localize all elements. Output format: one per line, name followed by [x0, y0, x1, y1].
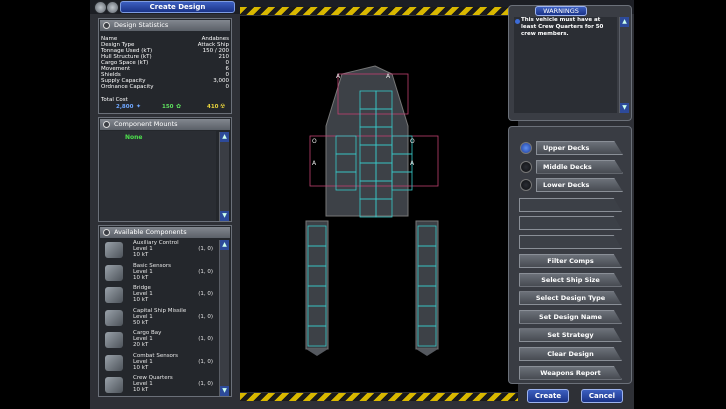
- component-size: 10 kT: [133, 364, 149, 371]
- component-count: (1, 0): [198, 246, 213, 252]
- component-list-item[interactable]: Combat Sensors Level 1 10 kT (1, 0): [105, 353, 217, 375]
- component-icon: [105, 242, 123, 258]
- warnings-header: WARNINGS: [535, 6, 587, 16]
- component-text: Cargo Bay Level 1 20 kT: [133, 330, 161, 348]
- cost-radioactives: 410: [207, 104, 219, 110]
- mount-none[interactable]: None: [125, 134, 142, 141]
- stat-label: Ordnance Capacity: [101, 84, 154, 90]
- deck-button-upper-decks[interactable]: Upper Decks: [536, 141, 623, 155]
- cost-organics: 150: [162, 104, 174, 110]
- hazard-stripe-bottom: [240, 393, 518, 401]
- info-icon: [103, 22, 110, 29]
- svg-text:A: A: [312, 160, 317, 167]
- deck-radio-0[interactable]: [520, 142, 532, 154]
- warning-bullet-icon: [515, 19, 520, 24]
- deck-button-lower-decks[interactable]: Lower Decks: [536, 178, 623, 192]
- component-size: 20 kT: [133, 342, 149, 348]
- scroll-down-arrow-icon[interactable]: ▼: [220, 386, 229, 396]
- component-icon: [105, 264, 123, 281]
- component-text: Bridge Level 1 10 kT: [133, 285, 153, 303]
- svg-text:O: O: [410, 138, 415, 145]
- scroll-down-arrow-icon[interactable]: ▼: [620, 103, 629, 113]
- component-icon: [105, 309, 123, 326]
- component-list: Auxiliary Control Level 1 10 kT (1, 0) Basic…: [99, 240, 217, 396]
- stat-value: 0: [225, 84, 230, 90]
- scroll-down-arrow-icon[interactable]: ▼: [220, 211, 229, 221]
- mount-icon: [103, 121, 110, 128]
- warnings-list: This vehicle must have at least Crew Qua…: [514, 17, 617, 113]
- component-size: 10 kT: [133, 252, 149, 258]
- component-mounts-header: Component Mounts: [100, 119, 230, 130]
- clear-design-button[interactable]: Clear Design: [519, 347, 622, 361]
- component-list-item[interactable]: Bridge Level 1 10 kT (1, 0): [105, 285, 217, 307]
- component-text: Auxiliary Control Level 1 10 kT: [133, 240, 179, 258]
- component-list-item[interactable]: Capital Ship Missile Level 1 50 kT (1, 0): [105, 308, 217, 330]
- select-ship-size-button[interactable]: Select Ship Size: [519, 272, 622, 287]
- mounts-scrollbar[interactable]: ▲ ▼: [219, 132, 229, 221]
- weapons-report-button[interactable]: Weapons Report: [519, 365, 622, 380]
- component-mounts-panel: Component Mounts None ▲ ▼: [98, 117, 232, 222]
- help-button[interactable]: [106, 1, 119, 14]
- component-count: (1, 0): [198, 313, 213, 320]
- box-icon: [103, 229, 110, 236]
- ship-design-view[interactable]: AA OO AA: [240, 16, 518, 392]
- component-mounts-list[interactable]: None: [100, 131, 216, 221]
- available-components-panel: Available Components Auxiliary Control Le…: [98, 225, 232, 397]
- window-title: Create Design: [120, 1, 235, 13]
- cancel-button[interactable]: Cancel: [581, 389, 623, 403]
- empty-slot-3: [519, 235, 622, 249]
- total-cost-label: Total Cost: [101, 97, 128, 103]
- available-components-header: Available Components: [100, 227, 230, 238]
- component-count: (1, 0): [198, 358, 213, 365]
- component-count: (1, 0): [198, 291, 213, 297]
- component-list-item[interactable]: Basic Sensors Level 1 10 kT (1, 0): [105, 263, 217, 285]
- component-icon: [105, 377, 123, 393]
- component-size: 50 kT: [133, 319, 149, 326]
- warning-text: This vehicle must have at least Crew Qua…: [521, 17, 604, 37]
- component-text: Crew Quarters Level 1 10 kT: [133, 375, 173, 393]
- component-count: (1, 0): [198, 268, 213, 275]
- deck-button-middle-decks[interactable]: Middle Decks: [536, 159, 623, 174]
- organics-icon: ✿: [176, 103, 182, 110]
- component-size: 10 kT: [133, 297, 149, 303]
- set-design-name-button[interactable]: Set Design Name: [519, 309, 622, 324]
- filter-comps-button[interactable]: Filter Comps: [519, 254, 622, 268]
- select-design-type-button[interactable]: Select Design Type: [519, 291, 622, 306]
- components-scrollbar[interactable]: ▲ ▼: [219, 240, 229, 396]
- component-size: 10 kT: [133, 387, 149, 393]
- scroll-up-arrow-icon[interactable]: ▲: [620, 17, 629, 27]
- component-icon: [105, 287, 123, 303]
- component-icon: [105, 332, 123, 348]
- component-size: 10 kT: [133, 274, 149, 281]
- svg-text:O: O: [312, 138, 317, 145]
- empty-slot-1: [519, 198, 622, 212]
- component-count: (1, 0): [198, 336, 213, 342]
- warnings-scrollbar[interactable]: ▲ ▼: [619, 17, 629, 113]
- component-text: Basic Sensors Level 1 10 kT: [133, 263, 171, 281]
- design-statistics-header: Design Statistics: [100, 20, 230, 31]
- component-list-item[interactable]: Cargo Bay Level 1 20 kT (1, 0): [105, 330, 217, 352]
- deck-radio-2[interactable]: [520, 179, 532, 191]
- set-strategy-button[interactable]: Set Strategy: [519, 328, 622, 343]
- deck-radio-1[interactable]: [520, 160, 532, 173]
- component-count: (1, 0): [198, 381, 213, 387]
- stat-row: Ordnance Capacity 0: [101, 84, 229, 90]
- empty-slot-2: [519, 216, 622, 230]
- cost-minerals: 2,800: [116, 104, 134, 110]
- minerals-icon: ✦: [136, 103, 142, 110]
- scroll-up-arrow-icon[interactable]: ▲: [220, 132, 229, 142]
- scroll-up-arrow-icon[interactable]: ▲: [220, 240, 229, 250]
- radioactives-icon: ☢: [220, 103, 226, 110]
- component-text: Capital Ship Missile Level 1 50 kT: [133, 308, 186, 326]
- component-text: Combat Sensors Level 1 10 kT: [133, 353, 178, 371]
- ship-hull-diagram[interactable]: AA OO AA: [240, 16, 518, 392]
- svg-text:A: A: [410, 160, 415, 167]
- component-icon: [105, 354, 123, 371]
- component-list-item[interactable]: Auxiliary Control Level 1 10 kT (1, 0): [105, 240, 217, 262]
- component-list-item[interactable]: Crew Quarters Level 1 10 kT (1, 0): [105, 375, 217, 397]
- create-button[interactable]: Create: [527, 389, 569, 403]
